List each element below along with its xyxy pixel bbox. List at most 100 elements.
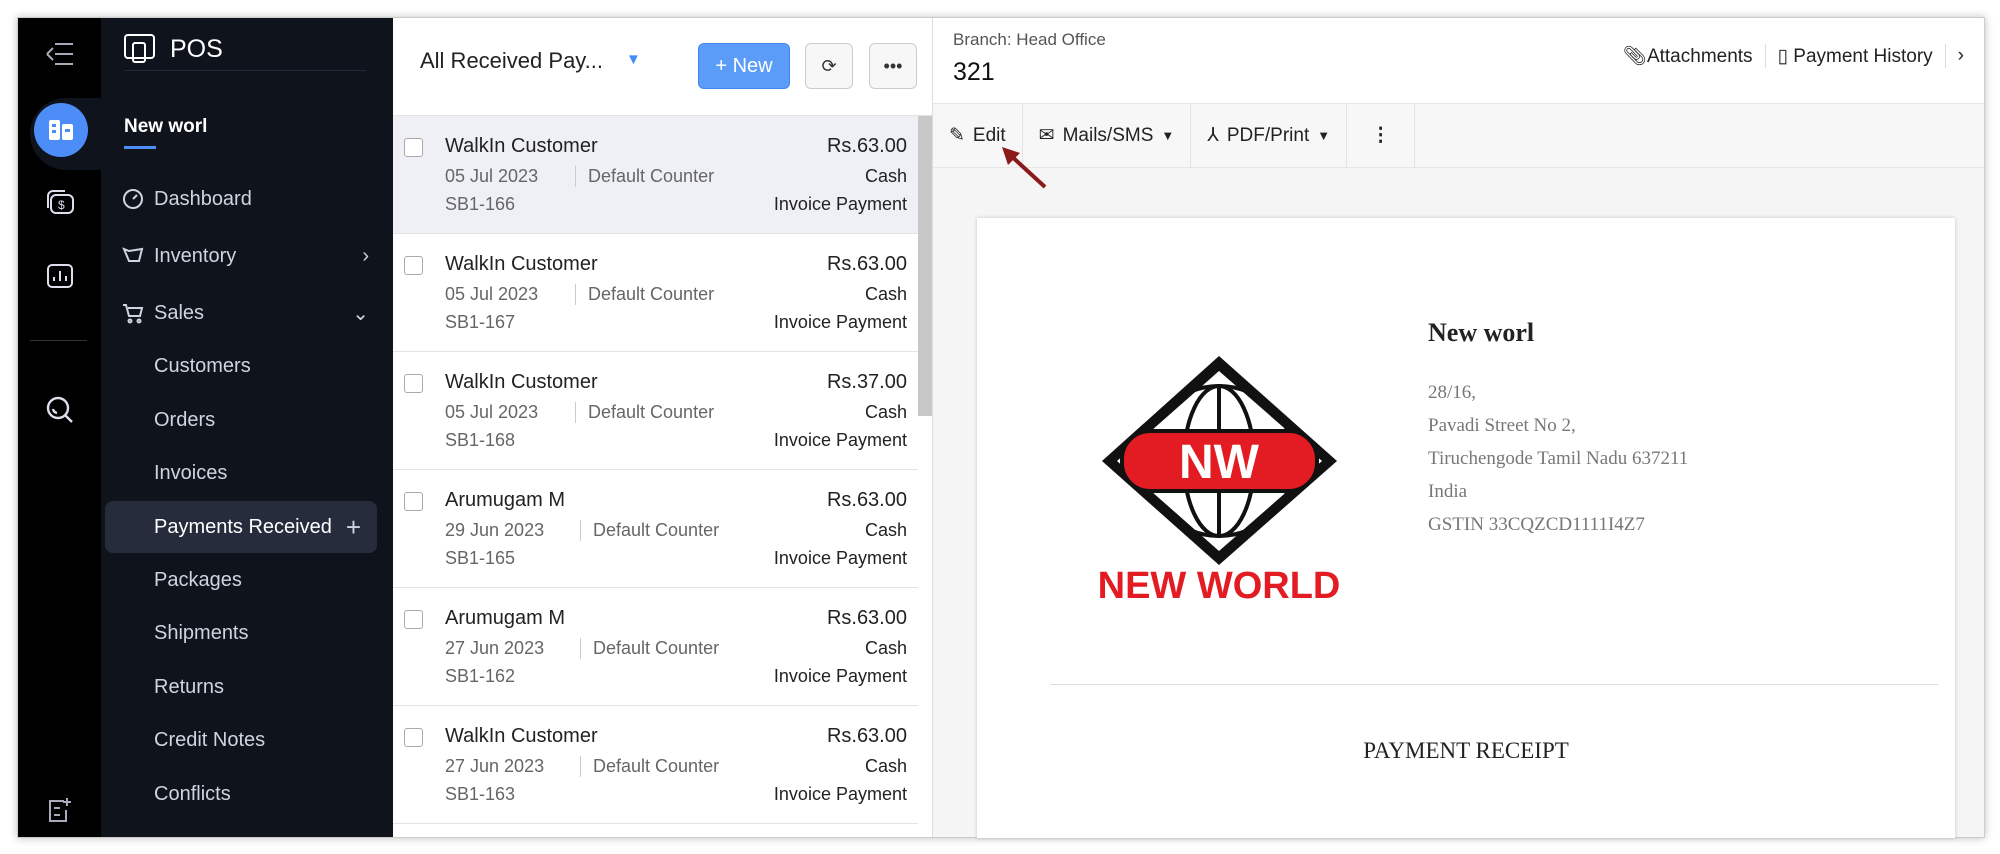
payment-row[interactable]: Arumugam M 29 Jun 2023 Default Counter S… xyxy=(393,470,918,588)
mail-icon: ✉ xyxy=(1038,125,1055,146)
more-options-button[interactable]: ••• xyxy=(869,43,917,89)
payment-number: SB1-166 xyxy=(445,194,516,214)
app-window: $ POS New worl Dashboard Inventory › Sale… xyxy=(17,17,1985,838)
chevron-right-icon[interactable]: › xyxy=(1958,45,1964,67)
amount: Rs.63.00 xyxy=(826,607,907,629)
sidebar-item-inventory[interactable]: Inventory › xyxy=(101,232,393,280)
payment-number: 321 xyxy=(953,58,995,86)
amount: Rs.63.00 xyxy=(826,725,907,747)
payment-date: 05 Jul 2023 xyxy=(445,402,539,422)
row-checkbox[interactable] xyxy=(404,728,423,747)
sidebar-item-conflicts[interactable]: Conflicts xyxy=(101,770,393,818)
svg-text:NEW WORLD: NEW WORLD xyxy=(1098,565,1341,603)
address-line: Tiruchengode Tamil Nadu 637211 xyxy=(1428,448,1689,469)
sidebar-item-payments-received[interactable]: Payments Received + xyxy=(105,501,377,553)
row-checkbox[interactable] xyxy=(404,492,423,511)
reports-icon[interactable] xyxy=(38,254,82,298)
address-line: 28/16, xyxy=(1428,382,1477,403)
dashboard-icon xyxy=(123,189,143,209)
attachments-link[interactable]: 📎︎Attachments xyxy=(1623,44,1753,68)
organization-name[interactable]: New worl xyxy=(124,116,207,149)
new-world-logo: NW NEW WORLD xyxy=(1098,356,1341,603)
counter: Default Counter xyxy=(575,166,714,187)
collapse-menu-icon[interactable] xyxy=(38,32,82,76)
payment-row[interactable]: WalkIn Customer 27 Jun 2023 Default Coun… xyxy=(393,706,918,824)
row-checkbox[interactable] xyxy=(404,138,423,157)
sidebar-item-credit-notes[interactable]: Credit Notes xyxy=(101,716,393,764)
pdf-print-button[interactable]: ⅄ PDF/Print ▼ xyxy=(1191,104,1348,167)
customer-name: WalkIn Customer xyxy=(445,725,598,747)
payment-mode: Cash xyxy=(864,638,907,658)
history-icon: ▯ xyxy=(1777,45,1794,67)
refresh-icon: ⟳ xyxy=(821,55,837,76)
payment-row[interactable]: Arumugam M 27 Jun 2023 Default Counter S… xyxy=(393,588,918,706)
pencil-icon: ✎ xyxy=(949,125,965,146)
amount: Rs.63.00 xyxy=(826,253,907,275)
payment-date: 29 Jun 2023 xyxy=(445,520,545,540)
customer-name: WalkIn Customer xyxy=(445,371,598,393)
inventory-icon xyxy=(122,247,144,262)
payment-mode: Cash xyxy=(864,520,907,540)
paperclip-icon: 📎︎ xyxy=(1622,46,1647,67)
counter: Default Counter xyxy=(580,638,719,659)
add-payment-icon[interactable]: + xyxy=(346,512,361,543)
chevron-right-icon: › xyxy=(362,244,369,267)
receipt-title: PAYMENT RECEIPT xyxy=(1363,738,1569,763)
sidebar-item-sales[interactable]: Sales ⌄ xyxy=(101,289,393,337)
row-checkbox[interactable] xyxy=(404,256,423,275)
app-logo: POS xyxy=(124,34,223,64)
payment-mode: Cash xyxy=(864,402,907,422)
sidebar-item-dashboard[interactable]: Dashboard xyxy=(101,175,393,223)
svg-text:$: $ xyxy=(58,198,65,212)
payment-number: SB1-162 xyxy=(445,666,516,686)
payment-history-link[interactable]: ▯ Payment History xyxy=(1778,45,1933,68)
payment-mode: Cash xyxy=(864,284,907,304)
payment-number: SB1-167 xyxy=(445,312,516,332)
pdf-icon: ⅄ xyxy=(1207,125,1219,146)
payment-row[interactable]: WalkIn Customer 05 Jul 2023 Default Coun… xyxy=(393,352,918,470)
sidebar-item-invoices[interactable]: Invoices xyxy=(101,449,393,497)
amount: Rs.37.00 xyxy=(826,371,907,393)
payment-mode: Cash xyxy=(864,756,907,776)
refresh-button[interactable]: ⟳ xyxy=(805,43,853,89)
payment-number: SB1-165 xyxy=(445,548,516,568)
company-address: 28/16, Pavadi Street No 2, Tiruchengode Ta… xyxy=(1428,376,1688,541)
more-actions-button[interactable]: ⋮ xyxy=(1347,104,1416,167)
payment-row[interactable]: WalkIn Customer 05 Jul 2023 Default Coun… xyxy=(393,116,918,234)
organization-icon[interactable] xyxy=(34,103,88,157)
divider xyxy=(1050,684,1938,685)
customer-name: WalkIn Customer xyxy=(445,253,598,275)
payment-type: Invoice Payment xyxy=(773,430,907,450)
sidebar-item-shipments[interactable]: Shipments xyxy=(101,609,393,657)
chevron-down-icon: ⌄ xyxy=(352,302,369,325)
view-selector[interactable]: All Received Pay... xyxy=(420,48,603,74)
sidebar-item-orders[interactable]: Orders xyxy=(101,396,393,444)
row-checkbox[interactable] xyxy=(404,374,423,393)
more-icon: ••• xyxy=(883,55,903,76)
payment-number: SB1-163 xyxy=(445,784,516,804)
amount: Rs.63.00 xyxy=(826,489,907,511)
chevron-down-icon[interactable]: ▼ xyxy=(626,51,641,68)
search-icon[interactable] xyxy=(38,388,82,432)
sidebar-item-returns[interactable]: Returns xyxy=(101,663,393,711)
payment-number: SB1-168 xyxy=(445,430,516,450)
caret-down-icon: ▼ xyxy=(1317,128,1331,143)
row-checkbox[interactable] xyxy=(404,610,423,629)
payments-icon[interactable]: $ xyxy=(38,180,82,224)
amount: Rs.63.00 xyxy=(826,135,907,157)
payment-date: 05 Jul 2023 xyxy=(445,166,539,186)
payment-row[interactable]: WalkIn Customer 05 Jul 2023 Default Coun… xyxy=(393,234,918,352)
counter: Default Counter xyxy=(575,284,714,305)
new-note-icon[interactable] xyxy=(38,788,82,832)
new-button[interactable]: + New xyxy=(698,43,790,89)
app-name: POS xyxy=(170,34,223,63)
icon-rail: $ xyxy=(18,18,102,837)
sidebar-item-packages[interactable]: Packages xyxy=(101,556,393,604)
sidebar-item-customers[interactable]: Customers xyxy=(101,342,393,390)
scrollbar[interactable] xyxy=(918,116,932,416)
payment-detail-panel: Branch: Head Office 321 📎︎Attachments ▯ … xyxy=(933,18,1984,838)
company-name: New worl xyxy=(1428,318,1535,347)
customer-name: WalkIn Customer xyxy=(445,135,598,157)
cart-icon xyxy=(123,304,144,324)
svg-text:NW: NW xyxy=(1179,436,1260,489)
